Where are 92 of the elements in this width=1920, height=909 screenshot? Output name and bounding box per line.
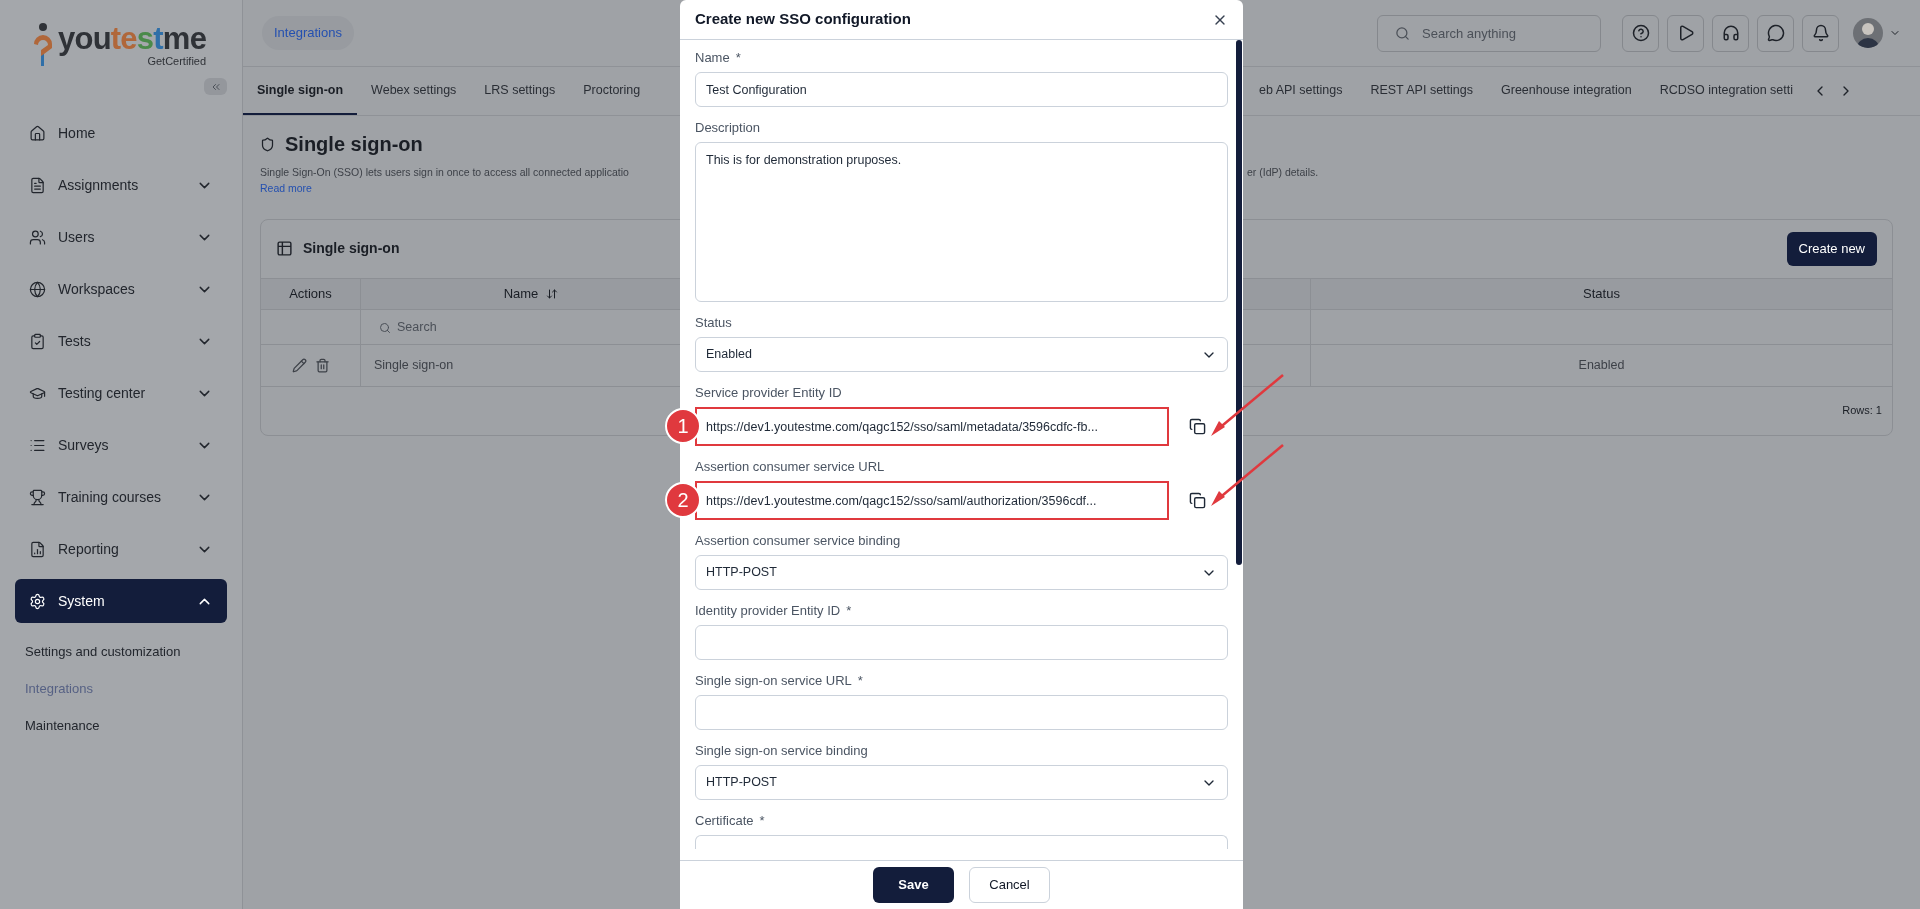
tab[interactable]: Greenhouse integration <box>1487 67 1646 115</box>
copy-icon <box>1189 418 1206 435</box>
toolbar-button[interactable] <box>1667 14 1704 52</box>
edit-button[interactable] <box>291 357 307 373</box>
sidebar-item[interactable]: Home <box>15 111 227 155</box>
required-mark: * <box>857 672 863 691</box>
copy-icon <box>1189 492 1206 509</box>
create-new-button[interactable]: Create new <box>1786 231 1877 266</box>
avatar[interactable] <box>1853 18 1883 48</box>
toolbar-button[interactable] <box>1757 14 1794 52</box>
trash-icon <box>314 357 330 373</box>
submenu-item[interactable]: Maintenance <box>15 707 227 744</box>
cancel-button[interactable]: Cancel <box>969 867 1050 903</box>
sidebar-item[interactable]: Surveys <box>15 423 227 467</box>
search-icon <box>379 321 391 334</box>
column-header: Status <box>1582 284 1621 303</box>
field-label: Assertion consumer service URL <box>695 458 885 477</box>
sidebar-item[interactable]: Tests <box>15 319 227 363</box>
text-field[interactable] <box>695 625 1228 660</box>
search-icon <box>1395 25 1410 41</box>
toolbar-button[interactable] <box>1622 14 1659 52</box>
table-icon <box>276 240 293 257</box>
shield-icon <box>260 136 275 152</box>
field-label: Description <box>695 119 761 138</box>
card-title: Single sign-on <box>303 239 400 258</box>
dropdown[interactable]: Enabled <box>695 337 1228 372</box>
search-field[interactable]: Search anything <box>1377 14 1601 52</box>
logo-tagline: GetCertified <box>147 55 207 67</box>
home-icon <box>29 124 46 142</box>
tab[interactable]: Webex settings <box>357 67 471 115</box>
required-mark: * <box>735 49 741 68</box>
tab[interactable]: Single sign-on <box>243 67 358 115</box>
description-field[interactable]: This is for demonstration pruposes. <box>695 142 1228 302</box>
copy-button[interactable] <box>1189 492 1206 509</box>
tab[interactable]: REST API settings <box>1356 67 1487 115</box>
document-icon <box>29 176 46 194</box>
text-field[interactable] <box>695 835 1228 849</box>
sidebar-item[interactable]: Reporting <box>15 527 227 571</box>
save-button[interactable]: Save <box>873 867 954 903</box>
globe-icon <box>29 280 46 298</box>
field-label: Assertion consumer service binding <box>695 532 901 551</box>
settings-icon <box>29 592 46 610</box>
chat-icon <box>1766 24 1785 42</box>
description-text: er (IdP) details. <box>1247 165 1319 180</box>
copy-button[interactable] <box>1189 418 1206 435</box>
row-count: Rows: 1 <box>1842 403 1882 419</box>
users-icon <box>29 228 46 246</box>
delete-button[interactable] <box>314 357 330 373</box>
dropdown[interactable]: HTTP-POST <box>695 555 1228 590</box>
toolbar-button[interactable] <box>1712 14 1749 52</box>
required-mark: * <box>759 812 765 831</box>
dropdown[interactable]: HTTP-POST <box>695 765 1228 800</box>
field-label: Name <box>695 49 730 68</box>
sidebar-item[interactable]: Users <box>15 215 227 259</box>
field-label: Identity provider Entity ID <box>695 602 841 621</box>
sort-icon[interactable] <box>546 287 559 300</box>
trophy-icon <box>29 488 46 506</box>
sidebar-item[interactable]: Training courses <box>15 475 227 519</box>
headphones-icon <box>1721 24 1740 42</box>
sidebar-item[interactable]: Testing center <box>15 371 227 415</box>
scrollbar[interactable] <box>1236 40 1242 565</box>
page-title: Single sign-on <box>285 132 423 157</box>
column-search-field[interactable]: Search <box>373 312 653 341</box>
table-cell-text: Single sign-on <box>373 356 455 374</box>
logo-icon <box>32 22 54 68</box>
column-header: Actions <box>261 278 361 309</box>
table-cell-text: Enabled <box>1577 356 1626 374</box>
field-label: Status <box>695 314 732 333</box>
toolbar-button[interactable] <box>1802 14 1839 52</box>
logo-wordmark: youtestme <box>58 23 207 55</box>
tab[interactable]: Proctoring <box>569 67 655 115</box>
help-icon <box>1631 24 1650 42</box>
chart-document-icon <box>29 540 46 558</box>
bell-icon <box>1811 24 1830 42</box>
dialog-title: Create new SSO configuration <box>695 9 911 30</box>
sidebar-item[interactable]: Assignments <box>15 163 227 207</box>
field-label: Single sign-on service URL <box>695 672 852 691</box>
tab[interactable]: LRS settings <box>470 67 570 115</box>
clipboard-check-icon <box>29 332 46 350</box>
field-label: Service provider Entity ID <box>695 384 842 403</box>
sidebar-item[interactable]: Workspaces <box>15 267 227 311</box>
field-label: Single sign-on service binding <box>695 742 868 761</box>
tab[interactable]: RCDSO integration setti <box>1645 67 1808 115</box>
required-mark: * <box>846 602 852 621</box>
tab[interactable]: eb API settings <box>1245 67 1357 115</box>
sidebar-item[interactable]: System <box>15 579 227 623</box>
text-field[interactable] <box>695 695 1228 730</box>
pencil-icon <box>291 357 307 373</box>
description-text: Single Sign-On (SSO) lets users sign in once to access all connected applicatio <box>260 165 630 180</box>
text-field[interactable]: Test Configuration <box>695 72 1228 107</box>
field-label: Certificate <box>695 812 754 831</box>
submenu-item[interactable]: Settings and customization <box>15 633 227 670</box>
